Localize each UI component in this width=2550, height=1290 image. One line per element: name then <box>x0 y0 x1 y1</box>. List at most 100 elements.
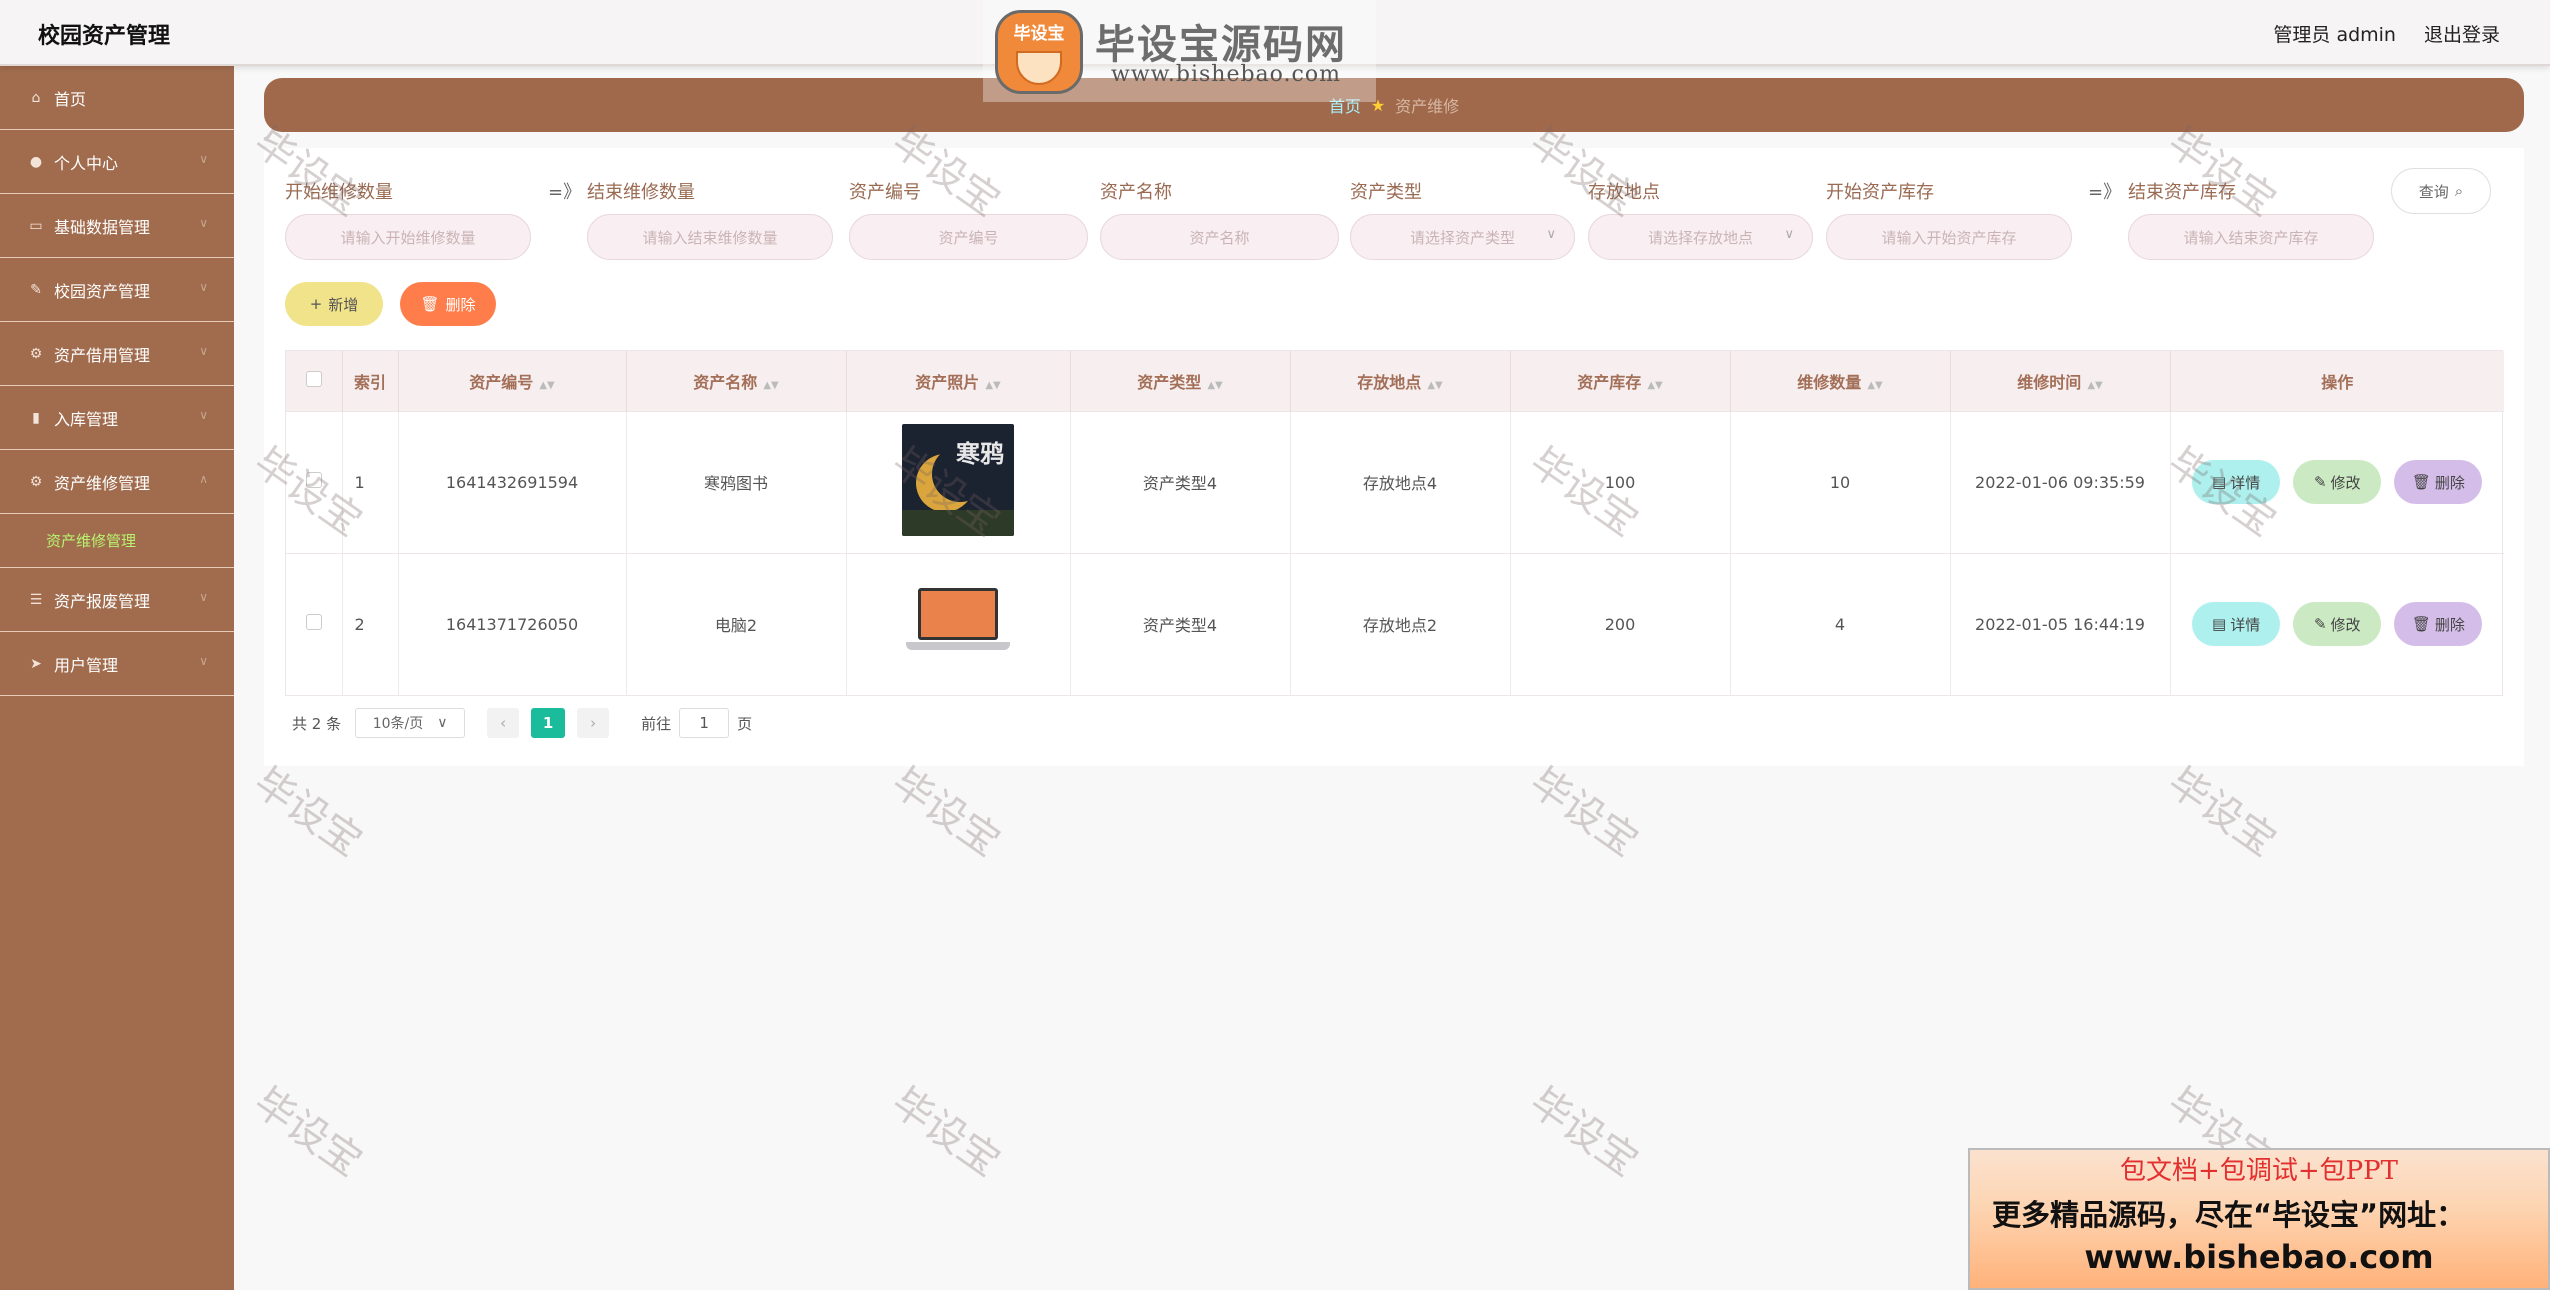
current-user-label[interactable]: 管理员 admin <box>2273 20 2396 47</box>
column-header-sortable[interactable]: 维修时间 ▲▼ <box>1950 351 2171 411</box>
delete-button[interactable]: 🗑 删除 <box>2394 460 2483 504</box>
gear-icon: ⚙ <box>29 473 43 490</box>
sidebar-item-asset-repair[interactable]: ⚙ 资产维修管理 ∧ <box>0 450 234 514</box>
edit-button[interactable]: ✎ 修改 <box>2293 602 2382 647</box>
delete-button[interactable]: 🗑 删除 <box>2394 602 2483 647</box>
column-header-sortable[interactable]: 维修数量 ▲▼ <box>1730 351 1951 411</box>
field-label: 资产名称 <box>1100 182 1172 203</box>
edit-button-label: 修改 <box>2330 615 2361 634</box>
add-button-label: 新增 <box>328 295 359 314</box>
field-label: 结束维修数量 <box>587 182 695 203</box>
asset-type-select[interactable]: 请选择资产类型 ∨ <box>1350 214 1575 260</box>
detail-button[interactable]: ▤ 详情 <box>2192 460 2281 504</box>
sidebar-item-users[interactable]: ➤ 用户管理 ∨ <box>0 632 234 696</box>
asset-type-cell: 资产类型4 <box>1070 410 1291 553</box>
location-select[interactable]: 请选择存放地点 ∨ <box>1588 214 1813 260</box>
logo-url: www.bishebao.com <box>1111 62 1341 87</box>
next-page-button[interactable]: › <box>577 708 610 738</box>
column-header-sortable[interactable]: 资产库存 ▲▼ <box>1510 351 1731 411</box>
watermark-text: 毕设宝 <box>1521 759 1647 866</box>
repair-count-cell: 4 <box>1730 552 1951 695</box>
sidebar-item-personal-center[interactable]: ● 个人中心 ∨ <box>0 130 234 194</box>
asset-code-input[interactable]: 资产编号 <box>849 214 1088 260</box>
sidebar-item-label: 首页 <box>54 89 87 109</box>
select-all-checkbox[interactable] <box>305 370 322 387</box>
stock-cell: 100 <box>1510 410 1731 553</box>
detail-button[interactable]: ▤ 详情 <box>2192 602 2281 647</box>
start-stock-input[interactable]: 请输入开始资产库存 <box>1826 214 2072 260</box>
end-repair-count-input[interactable]: 请输入结束维修数量 <box>587 214 833 260</box>
chevron-down-icon: ∨ <box>199 216 208 230</box>
select-placeholder: 请选择存放地点 <box>1647 228 1753 247</box>
end-stock-input[interactable]: 请输入结束资产库存 <box>2128 214 2374 260</box>
table-row: 2 1641371726050 电脑2 资产类型4 存放地点2 200 4 20… <box>286 552 2504 695</box>
sidebar-item-label: 资产报废管理 <box>54 591 151 611</box>
sort-icon[interactable]: ▲▼ <box>2087 380 2102 391</box>
sidebar-subitem-repair-management[interactable]: 资产维修管理 <box>0 514 234 568</box>
row-select-cell <box>286 552 343 695</box>
trash-icon: 🗑 <box>420 295 440 313</box>
sidebar-item-asset-scrap[interactable]: ☰ 资产报废管理 ∨ <box>0 568 234 632</box>
sidebar-item-home[interactable]: ⌂ 首页 <box>0 66 234 130</box>
delete-button-label: 删除 <box>445 295 476 314</box>
sort-icon[interactable]: ▲▼ <box>1647 380 1662 391</box>
edit-button[interactable]: ✎ 修改 <box>2293 460 2382 504</box>
sidebar-item-label: 资产借用管理 <box>54 345 151 365</box>
prev-page-button[interactable]: ‹ <box>487 708 520 738</box>
logout-link[interactable]: 退出登录 <box>2424 20 2500 47</box>
repair-time-cell: 2022-01-06 09:35:59 <box>1950 410 2171 553</box>
sidebar-item-label: 用户管理 <box>54 655 119 675</box>
ad-line-url: www.bishebao.com <box>2084 1238 2434 1276</box>
sidebar-item-base-data[interactable]: ▭ 基础数据管理 ∨ <box>0 194 234 258</box>
detail-button-label: 详情 <box>2230 615 2261 634</box>
main-panel: 开始维修数量 请输入开始维修数量 =》 结束维修数量 请输入结束维修数量 资产编… <box>264 148 2524 766</box>
sidebar-item-asset-borrow[interactable]: ⚙ 资产借用管理 ∨ <box>0 322 234 386</box>
ground-shape <box>902 510 1014 536</box>
row-checkbox[interactable] <box>305 614 322 631</box>
batch-delete-button[interactable]: 🗑 删除 <box>400 282 496 326</box>
trash-icon: 🗑 <box>2411 615 2431 634</box>
sort-icon[interactable]: ▲▼ <box>985 380 1000 391</box>
asset-name-input[interactable]: 资产名称 <box>1100 214 1339 260</box>
operations-cell: ▤ 详情 ✎ 修改 🗑 删除 <box>2170 552 2504 695</box>
home-icon: ⌂ <box>31 89 41 106</box>
select-all-cell <box>286 351 343 411</box>
row-checkbox[interactable] <box>305 472 322 488</box>
delete-button-label: 删除 <box>2434 615 2465 634</box>
sidebar-item-stock-in[interactable]: ▮ 入库管理 ∨ <box>0 386 234 450</box>
add-button[interactable]: + 新增 <box>285 282 383 326</box>
start-repair-count-input[interactable]: 请输入开始维修数量 <box>285 214 531 260</box>
goto-label: 前往 <box>641 714 672 733</box>
column-header-sortable[interactable]: 资产名称 ▲▼ <box>626 351 847 411</box>
sort-icon[interactable]: ▲▼ <box>1427 380 1442 391</box>
goto-page-input[interactable]: 1 <box>679 708 730 738</box>
sort-icon[interactable]: ▲▼ <box>539 380 554 391</box>
asset-code-cell: 1641371726050 <box>398 552 627 695</box>
app-title: 校园资产管理 <box>38 24 171 49</box>
sort-icon[interactable]: ▲▼ <box>1867 380 1882 391</box>
breadcrumb: 首页 ★ 资产维修 <box>264 78 2524 132</box>
sort-icon[interactable]: ▲▼ <box>1207 380 1222 391</box>
column-header-label: 资产名称 <box>693 372 758 392</box>
column-header-sortable[interactable]: 资产照片 ▲▼ <box>846 351 1071 411</box>
page-number-current[interactable]: 1 <box>531 708 566 738</box>
chevron-down-icon: ∨ <box>1784 227 1794 242</box>
column-header-sortable[interactable]: 资产类型 ▲▼ <box>1070 351 1291 411</box>
edit-icon: ✎ <box>2313 615 2327 634</box>
sidebar-item-campus-assets[interactable]: ✎ 校园资产管理 ∨ <box>0 258 234 322</box>
index-cell: 2 <box>342 552 399 695</box>
column-header-label: 资产库存 <box>1577 372 1642 392</box>
edit-button-label: 修改 <box>2330 473 2361 492</box>
watermark-text: 毕设宝 <box>883 759 1009 866</box>
page-size-select[interactable]: 10条/页 ∨ <box>355 708 466 738</box>
table-header-row: 索引 资产编号 ▲▼ 资产名称 ▲▼ 资产照片 ▲▼ 资产类型 ▲▼ 存放地点 ▲▼ 资产… <box>286 351 2504 411</box>
logo-badge-icon: 毕设宝 <box>995 10 1083 94</box>
plus-icon: + <box>309 295 323 313</box>
sidebar: ⌂ 首页 ● 个人中心 ∨ ▭ 基础数据管理 ∨ ✎ 校园资产管理 ∨ ⚙ 资产… <box>0 66 234 1290</box>
asset-type-cell: 资产类型4 <box>1070 552 1291 695</box>
pagination: 共 2 条 10条/页 ∨ ‹ 1 › 前往 1 页 <box>292 708 752 738</box>
column-header-sortable[interactable]: 存放地点 ▲▼ <box>1290 351 1511 411</box>
sort-icon[interactable]: ▲▼ <box>763 380 778 391</box>
column-header-sortable[interactable]: 资产编号 ▲▼ <box>398 351 627 411</box>
query-button[interactable]: 查询 ⌕ <box>2391 168 2491 214</box>
